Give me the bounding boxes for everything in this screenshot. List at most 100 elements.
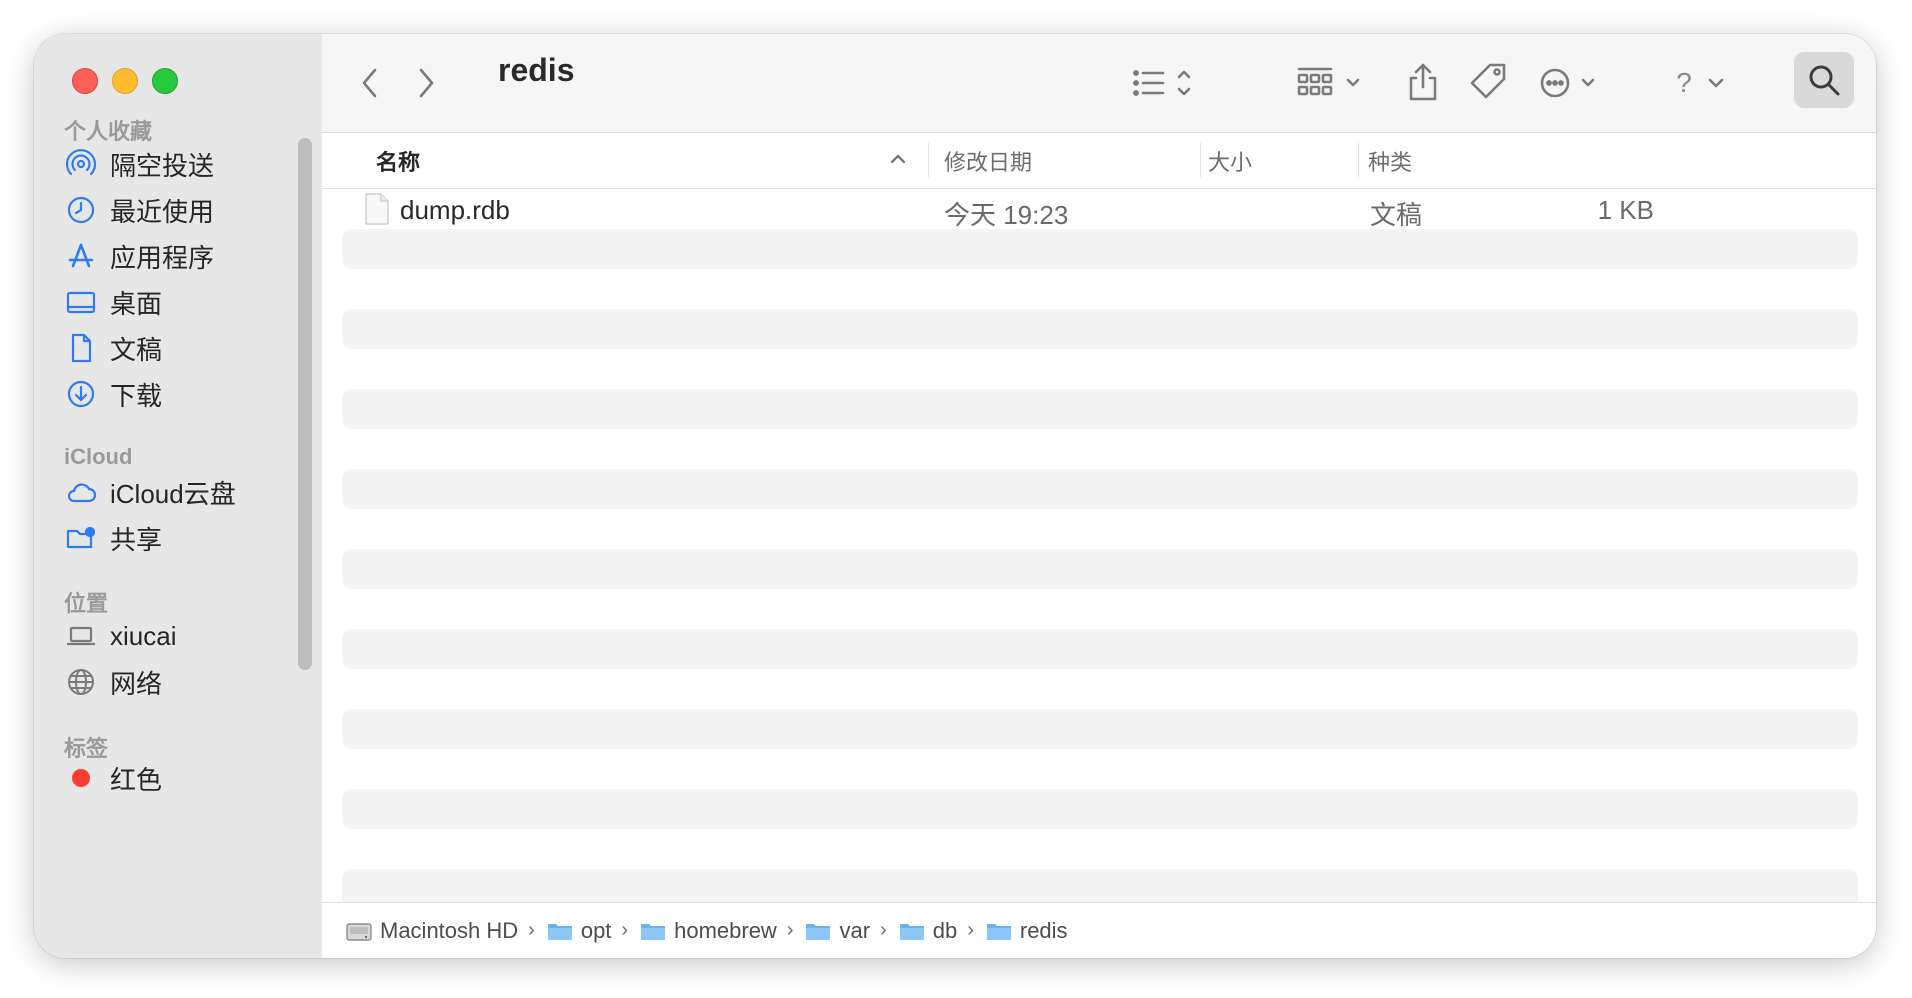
empty-row: [342, 309, 1858, 349]
path-item-label: db: [932, 917, 958, 943]
search-button[interactable]: [1794, 52, 1854, 108]
empty-row: [342, 789, 1858, 829]
tag-button[interactable]: [1462, 56, 1516, 108]
path-separator-icon: ›: [621, 919, 629, 941]
sidebar-item-label: 桌面: [110, 288, 163, 319]
path-item-opt[interactable]: opt: [547, 918, 611, 944]
path-separator-icon: ›: [786, 919, 794, 941]
cloud-icon: [64, 475, 98, 509]
sidebar-scrollbar[interactable]: [298, 138, 312, 670]
sidebar-item-xiucai[interactable]: xiucai: [64, 614, 176, 658]
empty-row: [342, 709, 1858, 749]
sidebar-item-icloud-drive[interactable]: iCloud云盘: [64, 470, 236, 514]
sidebar-item-label: 应用程序: [110, 242, 215, 273]
empty-row: [342, 229, 1858, 269]
sidebar-item-label: 下载: [110, 380, 163, 411]
path-separator-icon: ›: [880, 919, 887, 941]
file-kind: 文稿: [1370, 200, 1423, 230]
main-content: redis ? 名称 修改日期 大小 种类 dump.rdb 今天 19:23 …: [322, 34, 1876, 958]
file-name: dump.rdb: [400, 195, 510, 225]
group-icon: [1297, 67, 1360, 96]
sidebar-item-label: xiucai: [110, 620, 177, 651]
list-view-icon: [1133, 70, 1191, 96]
chevron-right-icon: [419, 68, 434, 98]
path-item-label: var: [839, 917, 871, 943]
column-name[interactable]: 名称: [376, 145, 420, 177]
path-bar: Macintosh HD › opt › homebrew › var › db: [322, 902, 1876, 958]
sidebar-item-tag-red[interactable]: 红色: [64, 756, 162, 800]
folder-icon: [806, 923, 831, 940]
column-modified[interactable]: 修改日期: [944, 145, 1032, 177]
empty-row: [342, 869, 1858, 902]
path-separator-icon: ›: [528, 919, 535, 941]
sidebar-item-documents[interactable]: 文稿: [64, 326, 162, 370]
ellipsis-icon: [1540, 68, 1595, 98]
red-tag-dot-icon: [64, 761, 98, 795]
sidebar-item-label: 隔空投送: [110, 150, 215, 181]
sidebar-item-recents[interactable]: 最近使用: [64, 188, 214, 232]
forward-button[interactable]: [406, 60, 446, 106]
table-row[interactable]: dump.rdb 今天 19:23 1 KB 文稿: [322, 189, 1876, 230]
path-item-label: Macintosh HD: [380, 917, 519, 943]
folder-icon: [547, 923, 572, 940]
share-button[interactable]: [1398, 56, 1448, 108]
folder-icon: [986, 923, 1011, 940]
sidebar-item-network[interactable]: 网络: [64, 660, 162, 704]
applications-icon: [64, 239, 98, 273]
sidebar-item-airdrop[interactable]: 隔空投送: [64, 142, 214, 186]
empty-row: [342, 629, 1858, 669]
path-item-redis[interactable]: redis: [986, 918, 1068, 944]
file-size: 1 KB: [1597, 195, 1654, 225]
path-separator-icon: ›: [967, 919, 974, 941]
column-size[interactable]: 大小: [1208, 145, 1252, 177]
file-modified: 今天 19:23: [944, 200, 1069, 230]
column-separator[interactable]: [1358, 143, 1359, 177]
column-separator[interactable]: [1200, 143, 1201, 177]
sidebar-item-shared[interactable]: 共享: [64, 516, 162, 560]
sidebar-item-label: 最近使用: [110, 196, 215, 227]
path-item-label: redis: [1019, 917, 1068, 943]
folder-icon: [641, 923, 666, 940]
sidebar-item-label: 红色: [110, 764, 163, 795]
path-item-var[interactable]: var: [805, 918, 870, 944]
column-separator[interactable]: [928, 143, 929, 177]
empty-row: [342, 549, 1858, 589]
sidebar-item-label: 网络: [110, 668, 163, 699]
group-button[interactable]: [1064, 58, 1130, 108]
sort-ascending-icon[interactable]: [888, 151, 908, 170]
back-button[interactable]: [350, 60, 390, 106]
close-button[interactable]: [72, 68, 98, 94]
sidebar-item-downloads[interactable]: 下载: [64, 372, 162, 416]
path-item-macintosh-hd[interactable]: Macintosh HD: [346, 918, 518, 944]
download-icon: [64, 377, 98, 411]
path-item-db[interactable]: db: [899, 918, 957, 944]
airdrop-icon: [64, 147, 98, 181]
sidebar-item-label: 文稿: [110, 334, 163, 365]
zoom-button[interactable]: [152, 68, 178, 94]
globe-icon: [64, 665, 98, 699]
more-actions-button[interactable]: [1528, 58, 1612, 108]
column-kind[interactable]: 种类: [1368, 145, 1412, 177]
icloud-header: iCloud: [64, 444, 133, 469]
path-item-homebrew[interactable]: homebrew: [640, 918, 777, 944]
minimize-button[interactable]: [112, 68, 138, 94]
sidebar-item-applications[interactable]: 应用程序: [64, 234, 214, 278]
empty-row: [342, 389, 1858, 429]
shared-folder-icon: [64, 521, 98, 555]
sidebar-item-desktop[interactable]: 桌面: [64, 280, 162, 324]
search-icon: [1809, 65, 1840, 96]
view-options-button[interactable]: [1126, 58, 1206, 108]
laptop-icon: [64, 619, 98, 653]
group-by-button[interactable]: [1292, 58, 1372, 108]
sidebar-item-label: iCloud云盘: [110, 478, 236, 509]
help-button[interactable]: ?: [1666, 58, 1736, 108]
tag-icon: [1470, 63, 1506, 99]
empty-row: [342, 469, 1858, 509]
path-item-label: homebrew: [674, 917, 777, 943]
sidebar: 个人收藏 隔空投送 最近使用 应用程序 桌面 文稿 下载 iCloud iClo…: [34, 34, 323, 958]
help-label: ?: [1676, 67, 1692, 98]
drive-icon: [346, 922, 372, 941]
toolbar: redis ?: [322, 34, 1876, 133]
chevron-down-icon: [1708, 78, 1724, 88]
